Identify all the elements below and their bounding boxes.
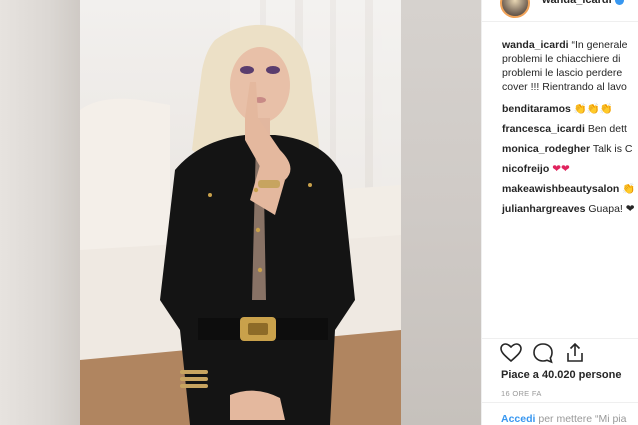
comment-username[interactable]: monica_rodegher [502, 143, 590, 155]
post-caption: wanda_icardi “In generale problemi le ch… [502, 38, 638, 94]
blurred-backdrop-right [401, 0, 481, 425]
caption-line: problemi le lascio perdere [502, 67, 623, 79]
blurred-backdrop-left [0, 0, 80, 425]
comment-item: monica_rodegher Talk is C [502, 142, 638, 156]
comment-username[interactable]: nicofreijo [502, 163, 549, 175]
comment-text: 👏 [622, 183, 636, 195]
comment-username[interactable]: francesca_icardi [502, 123, 585, 135]
post-photo [80, 0, 401, 425]
caption-username[interactable]: wanda_icardi [502, 39, 569, 51]
like-heart-icon[interactable] [499, 341, 523, 365]
comment-text: Talk is C [592, 143, 633, 155]
comment-username[interactable]: makeawishbeautysalon [502, 183, 619, 195]
comment-list: wanda_icardi “In generale problemi le ch… [502, 38, 638, 216]
share-icon[interactable] [563, 341, 587, 365]
caption-line: cover !!! Rientrando al lavo [502, 81, 627, 93]
post-header: wanda_icardi [482, 0, 638, 22]
comment-item: francesca_icardi Ben dett [502, 122, 638, 136]
avatar[interactable] [500, 0, 530, 18]
post-timestamp: 16 ORE FA [501, 389, 542, 398]
login-link[interactable]: Accedi [501, 413, 535, 425]
comment-text: 👏👏👏 [573, 103, 614, 115]
comment-username[interactable]: julianhargreaves [502, 203, 585, 215]
likes-count[interactable]: Piace a 40.020 persone [501, 369, 621, 381]
caption-line: problemi le chiacchiere di [502, 53, 621, 65]
header-username[interactable]: wanda_icardi [542, 0, 612, 6]
comment-text: ❤❤ [552, 163, 570, 175]
comment-username[interactable]: benditaramos [502, 103, 571, 115]
comment-item: benditaramos 👏👏👏 [502, 102, 638, 116]
comment-bubble-icon[interactable] [531, 341, 555, 365]
login-prompt-text: per mettere “Mi pia [535, 413, 627, 425]
action-bar [481, 338, 638, 368]
verified-badge-icon [615, 0, 624, 5]
comment-item: julianhargreaves Guapa! ❤ [502, 202, 638, 216]
comment-text: Ben dett [587, 123, 627, 135]
caption-line: “In generale [571, 39, 628, 51]
comment-text: Guapa! ❤ [588, 203, 635, 215]
comment-item: nicofreijo ❤❤ [502, 162, 638, 176]
comment-item: makeawishbeautysalon 👏 [502, 182, 638, 196]
login-prompt: Accedi per mettere “Mi pia [481, 402, 638, 425]
